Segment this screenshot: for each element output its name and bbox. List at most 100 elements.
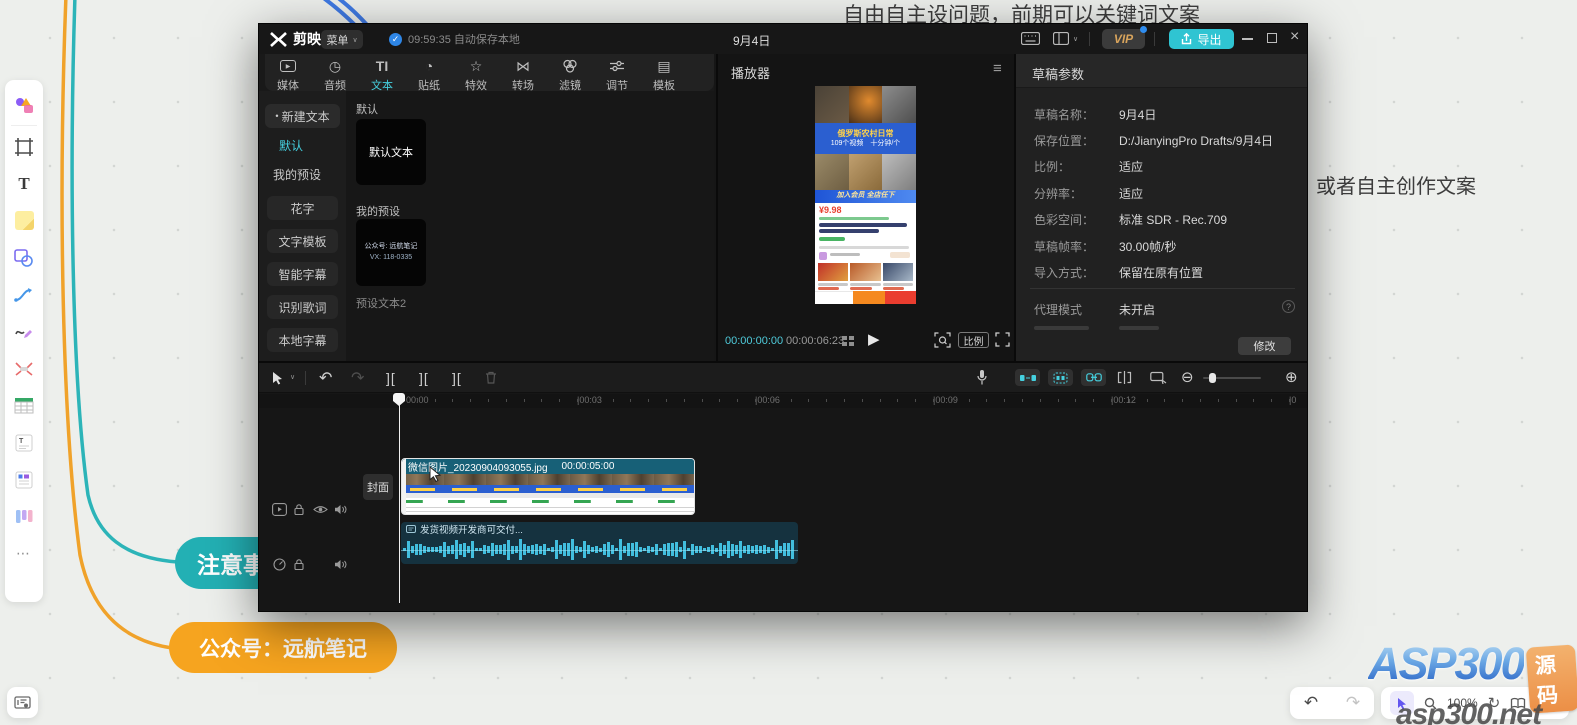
zoom-in-button[interactable]: ⊕	[1285, 368, 1298, 386]
waveform-bar	[631, 543, 634, 555]
undo-button[interactable]: ↶	[319, 368, 332, 388]
param-value[interactable]: 标准 SDR - Rec.709	[1119, 211, 1227, 228]
waveform-bar	[759, 546, 762, 552]
fullscreen-button[interactable]	[995, 332, 1010, 347]
kanban-icon[interactable]	[5, 498, 43, 535]
library-panel: ▶媒体 ◷音频 TI文本 ◔贴纸 ☆特效 ⋈转场 滤镜 调节 ▤模板 • 新建文…	[259, 54, 714, 361]
zoom-slider-thumb[interactable]	[1209, 373, 1216, 383]
delete-button[interactable]	[485, 371, 497, 384]
default-text-tile[interactable]: 默认文本	[356, 119, 426, 185]
param-value[interactable]: 适应	[1119, 158, 1143, 175]
preview-quality-icon[interactable]	[842, 336, 854, 346]
timeline-ruler[interactable]: 00:00 |00:03 |00:06 |00:09 |00:12 |0	[259, 394, 1308, 408]
sidebar-item-new-text[interactable]: • 新建文本	[265, 104, 340, 128]
maximize-button[interactable]	[1267, 33, 1277, 43]
frame-focus-button[interactable]	[934, 332, 951, 348]
linkage-toggle[interactable]	[1081, 369, 1106, 386]
play-button[interactable]: ▶	[868, 330, 880, 348]
tab-template[interactable]: ▤模板	[642, 58, 686, 93]
audio-track-lock-icon[interactable]	[293, 558, 305, 571]
audio-clip[interactable]: 发货视频开发商可交付...	[401, 522, 798, 564]
redo-button[interactable]: ↷	[351, 368, 364, 388]
sidebar-item-smart-subtitles[interactable]: 智能字幕	[267, 262, 338, 286]
playhead-line[interactable]	[399, 403, 401, 603]
tab-filter[interactable]: 滤镜	[548, 58, 592, 93]
ruler-tick	[702, 399, 703, 402]
proxy-value[interactable]: 未开启	[1119, 301, 1155, 318]
zoom-out-button[interactable]: ⊖	[1181, 368, 1194, 386]
whiteboard-redo-button[interactable]: ↷	[1346, 693, 1360, 713]
sidebar-item-lyrics-recognition[interactable]: 识别歌词	[267, 295, 338, 319]
param-value[interactable]: 保留在原有位置	[1119, 264, 1203, 281]
cover-button[interactable]: 封面	[363, 474, 393, 500]
waveform-bar	[655, 544, 658, 555]
video-clip[interactable]: 微信图片_20230904093055.jpg 00:00:05:00	[401, 458, 695, 515]
help-icon[interactable]: ?	[1282, 300, 1295, 313]
player-menu-icon[interactable]: ≡	[993, 60, 1002, 77]
note-card-icon[interactable]	[5, 461, 43, 498]
preset-text-tile[interactable]: 公众号: 远航笔记 VX: 118-0335	[356, 219, 426, 286]
table-icon[interactable]	[5, 387, 43, 424]
audio-track-mute-icon[interactable]	[334, 559, 348, 570]
tab-transition[interactable]: ⋈转场	[501, 58, 545, 93]
mindmap-icon[interactable]	[5, 350, 43, 387]
timeline-zoom-slider[interactable]	[1203, 377, 1261, 379]
connector-icon[interactable]	[5, 276, 43, 313]
preview-axis-button[interactable]	[1150, 371, 1167, 384]
shortcuts-button[interactable]	[1021, 32, 1040, 45]
tab-media[interactable]: ▶媒体	[266, 58, 310, 93]
pen-icon[interactable]	[5, 313, 43, 350]
mindmap-node-orange[interactable]: 公众号：远航笔记	[169, 622, 397, 673]
document-icon[interactable]: T	[5, 424, 43, 461]
total-duration: 00:00:06:23	[786, 335, 844, 347]
layout-button[interactable]: ∨	[1053, 32, 1078, 45]
ratio-button[interactable]: 比例	[958, 332, 989, 348]
clip-left-trim-handle[interactable]	[402, 459, 406, 515]
video-track-mute-icon[interactable]	[334, 504, 348, 515]
sidebar-item-text-template[interactable]: 文字模板	[267, 229, 338, 253]
sticky-note-icon[interactable]	[5, 202, 43, 239]
video-track-hide-icon[interactable]	[313, 504, 328, 515]
menu-button[interactable]: 菜单 ∨	[321, 30, 363, 49]
sidebar-item-local-subtitles[interactable]: 本地字幕	[267, 328, 338, 352]
more-tools-icon[interactable]: ⋯	[5, 535, 43, 572]
split-preview-button[interactable]	[1117, 371, 1132, 384]
tab-effects[interactable]: ☆特效	[454, 58, 498, 93]
tab-adjust[interactable]: 调节	[595, 58, 639, 93]
select-tool-button[interactable]	[272, 371, 284, 385]
select-tool-chevron-icon[interactable]: ∨	[290, 373, 295, 381]
param-label: 分辨率：	[1034, 185, 1082, 202]
trim-left-button[interactable]: ][	[419, 370, 429, 386]
video-clip-duration: 00:00:05:00	[562, 461, 615, 472]
frame-icon[interactable]	[5, 128, 43, 165]
video-preview[interactable]: 俄罗斯农村日常 109个视频 十分钟/个 加入会员 全店任下 ¥9.98	[815, 86, 916, 304]
shapes-icon[interactable]	[5, 239, 43, 276]
minimize-button[interactable]	[1242, 38, 1253, 40]
sidebar-item-fancy-text[interactable]: 花字	[267, 196, 338, 220]
param-value[interactable]: 30.00帧/秒	[1119, 238, 1176, 255]
screen: 自由自主设问题，前期可以关键词文案 ，或者自主创作文案 注意事 公众号：远航笔记…	[0, 0, 1577, 725]
split-button[interactable]: ][	[386, 370, 396, 386]
templates-icon[interactable]	[5, 86, 43, 123]
video-track-lock-icon[interactable]	[293, 503, 305, 516]
tab-audio[interactable]: ◷音频	[313, 58, 357, 93]
vip-badge[interactable]: VIP	[1102, 29, 1145, 49]
waveform-bar	[683, 541, 686, 559]
text-tool-icon[interactable]: T	[5, 165, 43, 202]
whiteboard-undo-button[interactable]: ↶	[1304, 693, 1318, 713]
export-button[interactable]: 导出	[1169, 29, 1234, 49]
waveform-bar	[467, 546, 470, 553]
modify-button[interactable]: 修改	[1238, 337, 1291, 355]
main-track-magnet-toggle[interactable]	[1015, 369, 1040, 386]
record-voiceover-button[interactable]	[976, 369, 988, 386]
presentation-settings-button[interactable]	[7, 687, 38, 718]
sidebar-item-my-presets[interactable]: 我的预设	[273, 166, 321, 183]
sidebar-item-default[interactable]: 默认	[279, 137, 303, 154]
close-button[interactable]: ×	[1290, 28, 1299, 46]
trim-right-button[interactable]: ][	[452, 370, 462, 386]
param-value[interactable]: 适应	[1119, 185, 1143, 202]
tab-text[interactable]: TI文本	[360, 58, 404, 93]
auto-snap-toggle[interactable]	[1048, 369, 1073, 386]
filmstrip-frame	[654, 474, 694, 515]
tab-sticker[interactable]: ◔贴纸	[407, 58, 451, 93]
